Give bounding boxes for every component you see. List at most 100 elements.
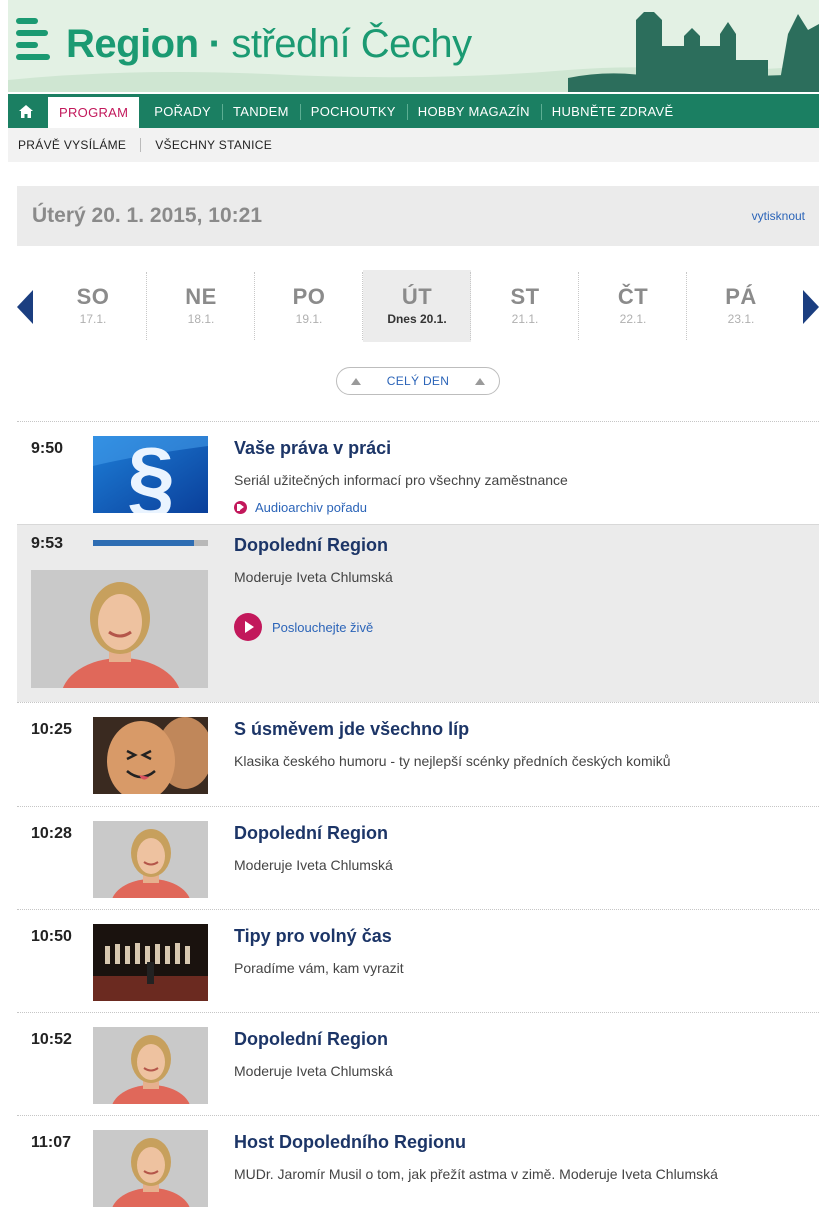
- broadcast-progress: [93, 540, 208, 546]
- whole-day-toggle[interactable]: CELÝ DEN: [336, 367, 500, 395]
- day-wednesday[interactable]: ST 21.1.: [471, 270, 579, 342]
- day-date: 23.1.: [727, 312, 755, 326]
- program-thumbnail[interactable]: [93, 924, 208, 1001]
- day-saturday[interactable]: SO 17.1.: [39, 270, 147, 342]
- brand-title[interactable]: Region · střední Čechy: [66, 22, 472, 67]
- day-selector: SO 17.1. NE 18.1. PO 19.1. ÚT Dnes 20.1.…: [17, 270, 819, 342]
- audio-archive-link[interactable]: Audioarchiv pořadu: [234, 500, 367, 515]
- program-description: Moderuje Iveta Chlumská: [234, 569, 393, 585]
- program-time: 11:07: [31, 1134, 72, 1151]
- program-description: Klasika českého humoru - ty nejlepší scé…: [234, 753, 671, 769]
- program-row: 11:07 Host Dopoledního Regionu MUDr. Jar…: [17, 1115, 819, 1211]
- day-name: PO: [292, 284, 326, 309]
- egg-photo: [93, 717, 208, 794]
- presenter-photo: [31, 570, 208, 688]
- program-description: Moderuje Iveta Chlumská: [234, 1063, 393, 1079]
- day-date: 17.1.: [79, 312, 107, 326]
- day-name: ÚT: [401, 284, 433, 309]
- listen-live-button[interactable]: Poslouchejte živě: [234, 613, 373, 641]
- day-date: Dnes 20.1.: [387, 312, 447, 326]
- listen-live-label: Poslouchejte živě: [272, 619, 374, 635]
- program-list: 9:50 § Vaše práva v práci Seriál užitečn…: [17, 421, 819, 1211]
- program-title[interactable]: Vaše práva v práci: [234, 438, 391, 459]
- current-date: Úterý 20. 1. 2015, 10:21: [32, 204, 262, 227]
- subnav-divider: [140, 138, 142, 152]
- program-time: 10:25: [31, 721, 72, 738]
- nav-item-pochoutky[interactable]: POCHOUTKY: [299, 94, 407, 128]
- program-row: 9:50 § Vaše práva v práci Seriál užitečn…: [17, 421, 819, 524]
- program-title[interactable]: Dopolední Region: [234, 535, 388, 556]
- day-date: 21.1.: [511, 312, 539, 326]
- day-monday[interactable]: PO 19.1.: [255, 270, 363, 342]
- audio-archive-icon: [234, 501, 247, 514]
- main-nav: PROGRAM POŘADY TANDEM POCHOUTKY HOBBY MA…: [8, 94, 819, 128]
- day-friday[interactable]: PÁ 23.1.: [687, 270, 795, 342]
- brand-name: Region: [66, 22, 199, 66]
- home-icon: [19, 104, 33, 118]
- subnav-item-prave-vysilame[interactable]: PRÁVĚ VYSÍLÁME: [18, 138, 126, 152]
- program-thumbnail[interactable]: [93, 1027, 208, 1104]
- print-link[interactable]: vytisknout: [752, 209, 805, 223]
- program-time: 10:28: [31, 825, 72, 842]
- nav-item-program[interactable]: PROGRAM: [48, 97, 140, 128]
- nav-item-hubnete-zdrave[interactable]: HUBNĚTE ZDRAVĚ: [540, 94, 685, 128]
- program-row: 10:28 Dopolední Region Moderuje Iveta Ch…: [17, 806, 819, 909]
- presenter-photo: [93, 1130, 208, 1207]
- program-description: Moderuje Iveta Chlumská: [234, 857, 393, 873]
- header-banner: Region · střední Čechy: [8, 0, 819, 92]
- date-bar: Úterý 20. 1. 2015, 10:21 vytisknout: [17, 186, 819, 246]
- day-name: ST: [510, 284, 540, 309]
- nav-item-tandem[interactable]: TANDEM: [221, 94, 300, 128]
- day-tuesday[interactable]: ÚT Dnes 20.1.: [363, 270, 471, 342]
- program-title[interactable]: Dopolední Region: [234, 1029, 388, 1050]
- program-title[interactable]: Dopolední Region: [234, 823, 388, 844]
- program-description: Seriál užitečných informací pro všechny …: [234, 472, 568, 488]
- prev-day-arrow-icon[interactable]: [17, 290, 33, 324]
- brand-separator: ·: [208, 22, 222, 66]
- audio-archive-label: Audioarchiv pořadu: [255, 500, 368, 515]
- day-date: 22.1.: [619, 312, 647, 326]
- program-description: Poradíme vám, kam vyrazit: [234, 960, 404, 976]
- brand-region: střední Čechy: [231, 22, 472, 66]
- program-time: 9:53: [31, 535, 64, 552]
- next-day-arrow-icon[interactable]: [803, 290, 819, 324]
- presenter-photo: [93, 1027, 208, 1104]
- paragraph-logo-image: §: [93, 436, 208, 513]
- sub-nav: PRÁVĚ VYSÍLÁME VŠECHNY STANICE: [8, 128, 819, 162]
- nav-item-hobby-magazin[interactable]: HOBBY MAGAZÍN: [406, 94, 541, 128]
- day-name: PÁ: [725, 284, 757, 309]
- program-thumbnail[interactable]: §: [93, 436, 208, 513]
- program-row: 10:25 S úsměvem jde všechno líp Klasika …: [17, 702, 819, 806]
- caret-up-icon: [351, 377, 361, 385]
- nav-item-porady[interactable]: POŘADY: [143, 94, 222, 128]
- day-sunday[interactable]: NE 18.1.: [147, 270, 255, 342]
- caret-up-icon: [474, 377, 485, 385]
- day-thursday[interactable]: ČT 22.1.: [579, 270, 687, 342]
- day-name: ČT: [617, 284, 649, 309]
- subnav-item-vsechny-stanice[interactable]: VŠECHNY STANICE: [155, 138, 272, 152]
- broadcast-progress-fill: [93, 540, 195, 546]
- day-date: 19.1.: [295, 312, 323, 326]
- program-time: 9:50: [31, 440, 64, 457]
- presenter-photo: [93, 821, 208, 898]
- program-thumbnail[interactable]: [93, 821, 208, 898]
- play-icon: [234, 613, 262, 641]
- program-thumbnail[interactable]: [93, 717, 208, 794]
- program-row: 10:50 Tipy pro volný čas Poradíme vám, k…: [17, 909, 819, 1012]
- program-thumbnail[interactable]: [93, 1130, 208, 1207]
- program-time: 10:50: [31, 928, 72, 945]
- day-name: SO: [76, 284, 110, 309]
- program-title[interactable]: Tipy pro volný čas: [234, 926, 392, 947]
- home-button[interactable]: [8, 94, 44, 128]
- stage-photo: [93, 924, 208, 1001]
- program-title[interactable]: Host Dopoledního Regionu: [234, 1132, 466, 1153]
- day-name: NE: [185, 284, 217, 309]
- program-time: 10:52: [31, 1031, 72, 1048]
- program-row: 10:52 Dopolední Region Moderuje Iveta Ch…: [17, 1012, 819, 1115]
- program-title[interactable]: S úsměvem jde všechno líp: [234, 719, 469, 740]
- program-description: MUDr. Jaromír Musil o tom, jak přežít as…: [234, 1166, 718, 1182]
- svg-text:§: §: [127, 436, 175, 513]
- program-row-live: 9:53 Dopolední Region Moderuje Iveta Chl…: [17, 524, 819, 702]
- program-thumbnail[interactable]: [31, 570, 208, 688]
- whole-day-label: CELÝ DEN: [386, 374, 450, 388]
